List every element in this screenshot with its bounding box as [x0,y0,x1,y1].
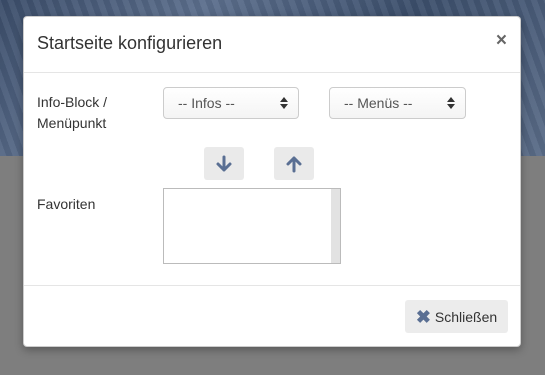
dialog-header: Startseite konfigurieren × [24,17,520,73]
arrow-down-icon [216,155,232,171]
favorites-label: Favoriten [37,196,96,212]
configure-homepage-dialog: Startseite konfigurieren × Info-Block / … [23,16,521,347]
arrow-up-icon [286,156,302,172]
info-block-menu-label: Info-Block / Menüpunkt [37,92,107,134]
select-caret-icon [280,97,288,109]
move-down-button[interactable] [204,147,244,180]
menus-select-value: -- Menüs -- [344,95,413,111]
close-button-label: Schließen [434,308,498,325]
info-block-label-line2: Menüpunkt [37,115,107,131]
dialog-title: Startseite konfigurieren [37,33,223,53]
close-icon[interactable]: × [496,31,507,51]
close-button[interactable]: ✖ Schließen [405,300,508,333]
favorites-scrollbar[interactable] [331,189,340,263]
infos-select-value: -- Infos -- [178,95,235,111]
menus-select[interactable]: -- Menüs -- [329,87,466,119]
dialog-footer-divider [24,285,520,286]
move-up-button[interactable] [274,147,314,180]
infos-select[interactable]: -- Infos -- [163,87,299,119]
select-caret-icon [447,97,455,109]
info-block-label-line1: Info-Block / [37,94,108,110]
close-icon: ✖ [415,306,431,327]
favorites-listbox[interactable] [163,188,341,264]
